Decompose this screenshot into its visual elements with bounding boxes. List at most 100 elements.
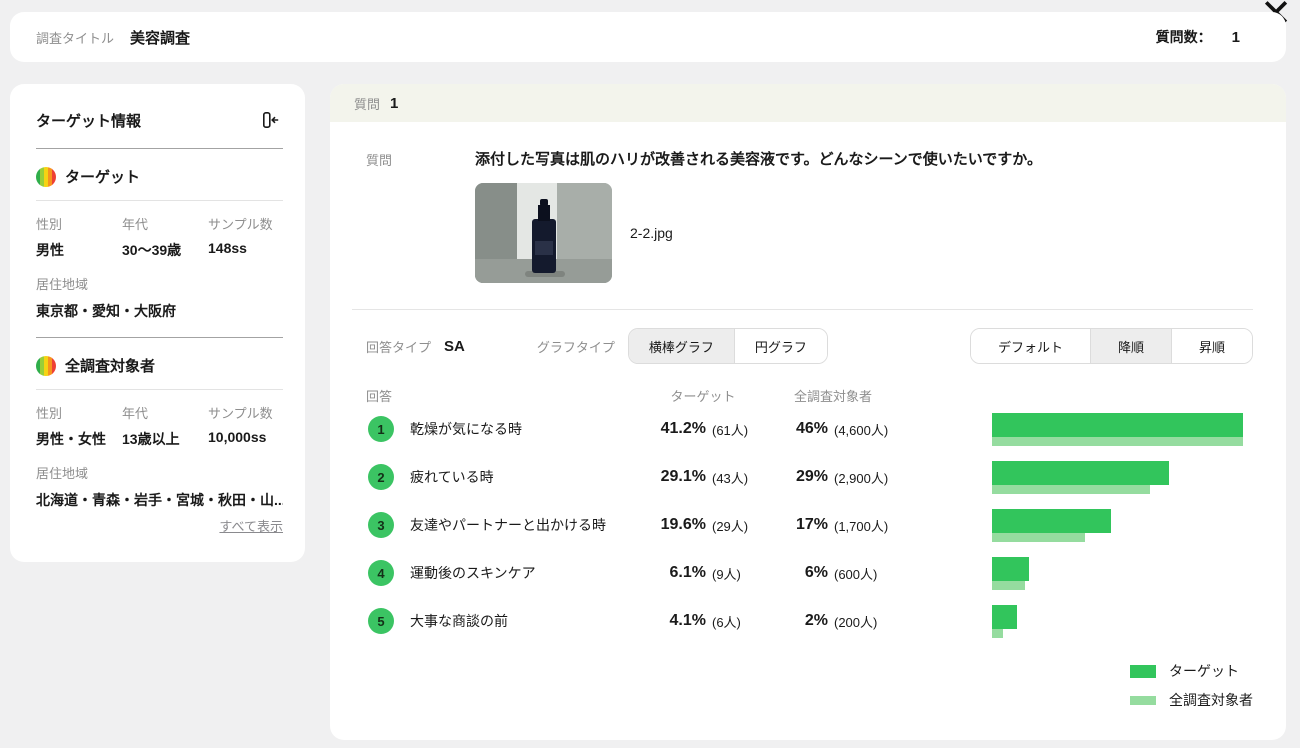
all-legend-swatch <box>1130 695 1156 705</box>
question-text: 添付した写真は肌のハリが改善される美容液です。どんなシーンで使いたいですか。 <box>475 151 1043 168</box>
bar-group <box>992 460 1243 494</box>
question-result-panel: 質問 1 質問 添付した写真は肌のハリが改善される美容液です。どんなシーンで使い… <box>330 84 1286 740</box>
answer-type-label: 回答タイプ <box>366 339 432 355</box>
target-count: (6人) <box>712 614 741 630</box>
answer-rank-badge: 5 <box>368 608 394 634</box>
target-section-title: ターゲット <box>65 169 141 186</box>
target-count: (61人) <box>712 422 749 438</box>
all-bar <box>992 580 1025 590</box>
age-label: 年代 <box>122 406 149 421</box>
all-count: (4,600人) <box>834 422 889 438</box>
all-percent: 46% <box>795 420 828 437</box>
question-image-thumbnail[interactable] <box>475 183 612 283</box>
age-value: 13歳以上 <box>122 431 180 447</box>
bar-group <box>992 412 1243 446</box>
gender-value: 男性 <box>36 242 64 258</box>
target-bar <box>992 412 1243 437</box>
target-info-title: ターゲット情報 <box>36 112 142 130</box>
legend-item-all: 全調査対象者 <box>1130 690 1253 710</box>
target-percent: 41.2% <box>660 420 706 437</box>
age-value: 30〜39歳 <box>122 242 182 258</box>
sort-switcher: デフォルト 降順 昇順 <box>969 328 1253 364</box>
region-label: 居住地域 <box>36 277 89 292</box>
region-value: 北海道・青森・岩手・宮城・秋田・山... <box>36 492 283 508</box>
question-count-label: 質問数： <box>1155 29 1212 45</box>
target-bar <box>992 604 1018 629</box>
all-bar <box>992 436 1243 446</box>
answer-label: 大事な商談の前 <box>410 613 508 629</box>
answers-table-header: 回答 ターゲット 全調査対象者 <box>352 386 1253 405</box>
answer-rank-badge: 1 <box>368 416 394 442</box>
sample-size-value: 148ss <box>208 240 247 256</box>
question-band: 質問 1 <box>330 84 1286 122</box>
chart-legend: ターゲット 全調査対象者 <box>1130 661 1253 710</box>
answer-label: 疲れている時 <box>410 469 494 485</box>
all-percent: 17% <box>795 516 828 533</box>
region-label: 居住地域 <box>36 466 89 481</box>
all-bar <box>992 532 1085 542</box>
tab-pie-graph[interactable]: 円グラフ <box>733 329 827 363</box>
question-label: 質問 <box>366 153 393 168</box>
table-row: 4 運動後のスキンケア 6.1% (9人) 6% (600人) <box>352 549 1253 597</box>
target-bar <box>992 556 1030 581</box>
target-percent: 19.6% <box>660 516 706 533</box>
target-percent: 6.1% <box>669 564 706 581</box>
collapse-panel-icon[interactable] <box>259 108 283 132</box>
answer-label: 乾燥が気になる時 <box>410 421 522 437</box>
all-bar <box>992 628 1003 638</box>
target-count: (29人) <box>712 518 749 534</box>
all-respondents-section-header: 全調査対象者 <box>36 355 283 376</box>
all-count: (600人) <box>834 566 878 582</box>
survey-title-label: 調査タイトル <box>36 30 115 46</box>
answer-label: 運動後のスキンケア <box>410 565 536 581</box>
all-percent: 2% <box>804 612 828 629</box>
legend-item-target: ターゲット <box>1130 661 1239 681</box>
attachment-filename: 2-2.jpg <box>630 225 673 241</box>
answer-type-value: SA <box>444 337 465 355</box>
graph-type-switcher: 横棒グラフ 円グラフ <box>627 328 828 364</box>
sample-size-label: サンプル数 <box>208 406 273 421</box>
target-count: (9人) <box>712 566 741 582</box>
answer-column-header: 回答 <box>366 389 393 404</box>
all-column-header: 全調査対象者 <box>793 389 872 404</box>
show-all-link[interactable]: すべて表示 <box>36 516 283 535</box>
table-row: 5 大事な商談の前 4.1% (6人) 2% (200人) <box>352 597 1253 645</box>
sample-size-value: 10,000ss <box>208 429 267 445</box>
age-label: 年代 <box>122 217 149 232</box>
all-respondents-section-title: 全調査対象者 <box>65 358 156 375</box>
all-percent: 29% <box>795 468 828 485</box>
gender-label: 性別 <box>36 406 63 421</box>
sample-size-label: サンプル数 <box>208 217 273 232</box>
table-row: 3 友達やパートナーと出かける時 19.6% (29人) 17% (1,700人… <box>352 501 1253 549</box>
all-legend-label: 全調査対象者 <box>1169 692 1253 708</box>
all-count: (200人) <box>834 614 878 630</box>
target-section-header: ターゲット <box>36 166 283 187</box>
graph-type-label: グラフタイプ <box>536 339 615 355</box>
target-legend-label: ターゲット <box>1169 663 1239 679</box>
tab-bar-graph[interactable]: 横棒グラフ <box>628 329 734 363</box>
answer-rank-badge: 3 <box>368 512 394 538</box>
target-legend-swatch <box>1130 664 1156 678</box>
region-value: 東京都・愛知・大阪府 <box>36 303 176 319</box>
target-info-panel: ターゲット情報 ターゲット 性別 年代 サンプル数 男性 30〜39歳 148s… <box>10 84 305 562</box>
question-count: 質問数： 1 <box>1156 27 1240 47</box>
table-row: 2 疲れている時 29.1% (43人) 29% (2,900人) <box>352 453 1253 501</box>
question-band-number: 1 <box>390 94 399 112</box>
target-color-scale-icon <box>36 166 56 187</box>
tab-sort-ascending[interactable]: 昇順 <box>1170 329 1252 363</box>
all-count: (2,900人) <box>834 470 889 486</box>
answer-rank-badge: 4 <box>368 560 394 586</box>
question-band-label: 質問 <box>354 96 381 112</box>
target-bar <box>992 460 1170 485</box>
target-percent: 4.1% <box>669 612 706 629</box>
tab-sort-default[interactable]: デフォルト <box>970 329 1090 363</box>
gender-value: 男性・女性 <box>36 431 106 447</box>
answer-rank-badge: 2 <box>368 464 394 490</box>
survey-header: 調査タイトル 美容調査 質問数： 1 <box>10 12 1286 62</box>
tab-sort-descending[interactable]: 降順 <box>1089 329 1171 363</box>
answer-label: 友達やパートナーと出かける時 <box>410 517 606 533</box>
question-count-value: 1 <box>1231 28 1240 46</box>
all-respondents-color-scale-icon <box>36 355 56 376</box>
all-percent: 6% <box>804 564 828 581</box>
table-row: 1 乾燥が気になる時 41.2% (61人) 46% (4,600人) <box>352 405 1253 453</box>
